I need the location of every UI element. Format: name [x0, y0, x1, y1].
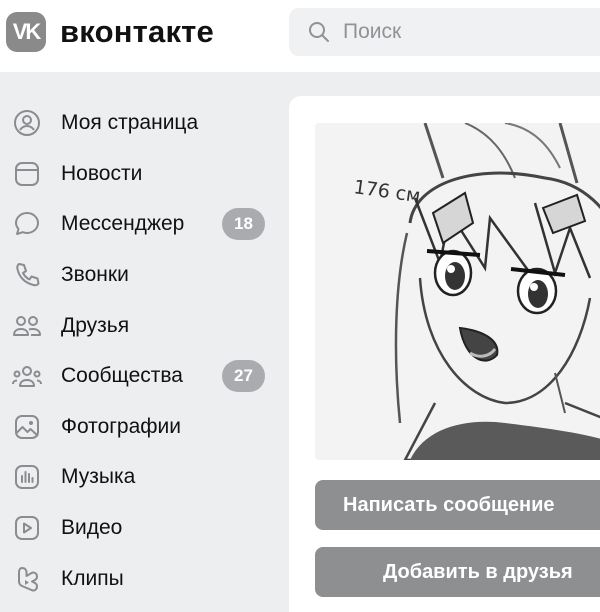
photo-icon — [12, 412, 42, 442]
communities-icon — [12, 361, 42, 391]
video-icon — [12, 513, 42, 543]
avatar-drawing: 176 см — [315, 123, 600, 460]
sidebar-item-label: Фотографии — [61, 414, 182, 438]
friends-icon — [12, 311, 42, 341]
sidebar-item-news[interactable]: Новости — [0, 149, 280, 200]
sidebar-item-label: Звонки — [61, 263, 129, 287]
sidebar-item-label: Мессенджер — [61, 212, 185, 236]
search-icon — [309, 22, 329, 42]
unread-badge: 27 — [222, 360, 265, 393]
sidebar-item-label: Сообщества — [61, 364, 183, 388]
search-input[interactable] — [343, 20, 600, 44]
user-circle-icon — [12, 108, 42, 138]
vk-logo-icon: VK — [6, 12, 46, 52]
sidebar-item-label: Музыка — [61, 465, 136, 489]
sidebar-item-label: Клипы — [61, 566, 124, 590]
phone-icon — [12, 260, 42, 290]
music-icon — [12, 462, 42, 492]
sidebar-item-my-page[interactable]: Моя страница — [0, 98, 280, 149]
add-friend-button[interactable]: Добавить в друзья — [315, 547, 600, 597]
profile-avatar[interactable]: 176 см — [315, 123, 600, 460]
sidebar-item-calls[interactable]: Звонки — [0, 250, 280, 301]
sidebar-item-music[interactable]: Музыка — [0, 452, 280, 503]
clips-icon — [12, 564, 42, 594]
sidebar-item-communities[interactable]: Сообщества 27 — [0, 351, 280, 402]
sidebar-item-video[interactable]: Видео — [0, 503, 280, 554]
news-icon — [12, 159, 42, 189]
sidebar-item-photos[interactable]: Фотографии — [0, 402, 280, 453]
sidebar-item-clips[interactable]: Клипы — [0, 553, 280, 604]
sidebar-item-label: Новости — [61, 161, 143, 185]
message-bubble-icon — [12, 209, 42, 239]
logo-text: вконтакте — [60, 14, 214, 49]
sidebar-item-label: Моя страница — [61, 111, 199, 135]
vk-logo[interactable]: VK вконтакте — [6, 12, 214, 52]
sidebar: Моя страница Новости Мессенджер 18 Звонк… — [0, 98, 280, 604]
unread-badge: 18 — [222, 208, 265, 241]
top-bar: VK вконтакте — [0, 0, 600, 72]
sidebar-item-label: Видео — [61, 516, 123, 540]
search-box[interactable] — [289, 8, 600, 56]
sidebar-item-friends[interactable]: Друзья — [0, 300, 280, 351]
sidebar-item-label: Друзья — [61, 313, 130, 337]
sidebar-item-messenger[interactable]: Мессенджер 18 — [0, 199, 280, 250]
write-message-button[interactable]: Написать сообщение — [315, 480, 600, 530]
